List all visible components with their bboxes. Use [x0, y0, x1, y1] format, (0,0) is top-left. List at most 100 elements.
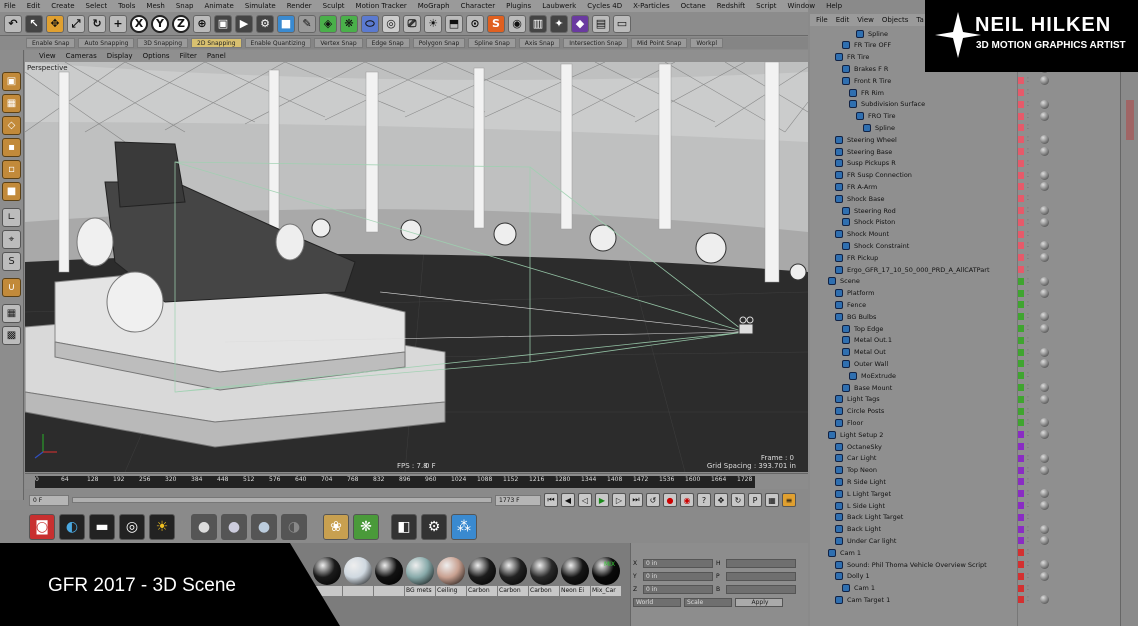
menu-select[interactable]: Select: [86, 2, 108, 10]
octane-objecttag-icon[interactable]: ◧: [391, 514, 417, 540]
menu-create[interactable]: Create: [51, 2, 74, 10]
object-row[interactable]: Floor ⁚: [810, 417, 1120, 428]
object-row[interactable]: Top Neon ⁚: [810, 465, 1120, 476]
workplane-icon[interactable]: ◇: [2, 116, 21, 135]
cloner-icon[interactable]: ❋: [340, 14, 358, 33]
render-settings-icon[interactable]: ⚙: [256, 14, 274, 33]
end-frame-field[interactable]: 1773 F: [495, 494, 541, 506]
param-key-icon[interactable]: P: [748, 493, 762, 507]
object-row[interactable]: BG Bulbs ⁚: [810, 311, 1120, 322]
loop-icon[interactable]: ↺: [646, 493, 660, 507]
material-swatch[interactable]: BG mets: [405, 556, 435, 598]
object-tag-icon[interactable]: [1040, 536, 1049, 546]
octane-camera-icon[interactable]: ◙: [29, 514, 55, 540]
octane-arealight-icon[interactable]: ▬: [89, 514, 115, 540]
object-tag-icon[interactable]: [1040, 182, 1049, 192]
snap-enable-quantizing[interactable]: Enable Quantizing: [244, 38, 312, 48]
object-row[interactable]: Base Mount ⁚: [810, 382, 1120, 393]
object-menu-objects[interactable]: Objects: [882, 16, 908, 24]
object-row[interactable]: L Light Target ⁚: [810, 488, 1120, 499]
object-name[interactable]: Spline: [868, 30, 888, 38]
menu-script[interactable]: Script: [756, 2, 776, 10]
object-row[interactable]: Ergo_GFR_17_10_50_000_PRD_A_AllCATPart ⁚: [810, 264, 1120, 275]
material-swatch[interactable]: Ceiling: [436, 556, 466, 598]
menu-laubwerk[interactable]: Laubwerk: [542, 2, 576, 10]
object-row[interactable]: Fence ⁚: [810, 299, 1120, 310]
object-tag-icon[interactable]: [1040, 571, 1049, 581]
object-visibility-dots[interactable]: ⁚: [1027, 396, 1030, 403]
object-visibility-dots[interactable]: ⁚: [1027, 290, 1030, 297]
redshift-icon[interactable]: ▥: [529, 14, 547, 33]
object-row[interactable]: Top Edge ⁚: [810, 323, 1120, 334]
object-visibility-dots[interactable]: ⁚: [1027, 478, 1030, 485]
material-sphere-2-icon[interactable]: ●: [221, 514, 247, 540]
object-row[interactable]: Front R Tire ⁚: [810, 75, 1120, 86]
object-row[interactable]: Platform ⁚: [810, 288, 1120, 299]
snap-intersection-snap[interactable]: Intersection Snap: [563, 38, 628, 48]
object-tag-icon[interactable]: [1040, 135, 1049, 145]
menu-character[interactable]: Character: [461, 2, 496, 10]
object-tag-icon[interactable]: [1040, 453, 1049, 463]
recent-tool-icon[interactable]: +: [109, 14, 127, 33]
deformer-icon[interactable]: ⬭: [361, 14, 379, 33]
object-menu-view[interactable]: View: [857, 16, 874, 24]
material-sphere-1-icon[interactable]: ●: [191, 514, 217, 540]
start-frame-field[interactable]: 0 F: [29, 494, 69, 506]
object-name[interactable]: Cam Target 1: [847, 596, 890, 604]
object-visibility-dots[interactable]: ⁚: [1027, 160, 1030, 167]
object-name[interactable]: L Side Light: [847, 502, 885, 510]
object-row[interactable]: Metal Out ⁚: [810, 347, 1120, 358]
object-menu-file[interactable]: File: [816, 16, 828, 24]
material-swatch[interactable]: Carbon: [529, 556, 559, 598]
object-name[interactable]: Base Mount: [854, 384, 892, 392]
object-visibility-dots[interactable]: ⁚: [1027, 596, 1030, 603]
object-name[interactable]: Shock Constraint: [854, 242, 909, 250]
model-mode-icon[interactable]: ▣: [2, 72, 21, 91]
object-visibility-dots[interactable]: ⁚: [1027, 467, 1030, 474]
material-swatch[interactable]: Carbon: [467, 556, 497, 598]
object-name[interactable]: Shock Mount: [847, 230, 889, 238]
viewport[interactable]: Perspective FPS : 7.8 0 F Frame : 0 Grid…: [25, 62, 808, 472]
coordinate-system-icon[interactable]: ⊕: [193, 14, 211, 33]
object-name[interactable]: OctaneSky: [847, 443, 882, 451]
object-visibility-dots[interactable]: ⁚: [1027, 89, 1030, 96]
octane-sun-icon[interactable]: ☀: [149, 514, 175, 540]
snap-polygon-snap[interactable]: Polygon Snap: [412, 38, 466, 48]
object-name[interactable]: Top Edge: [854, 325, 883, 333]
keyframe-selection-icon[interactable]: ?: [697, 493, 711, 507]
object-visibility-dots[interactable]: ⁚: [1027, 124, 1030, 131]
axis-y-button[interactable]: Y: [151, 14, 169, 33]
menu-cycles-4d[interactable]: Cycles 4D: [587, 2, 622, 10]
object-row[interactable]: Dolly 1 ⁚: [810, 571, 1120, 582]
light-icon[interactable]: ☀: [424, 14, 442, 33]
laubwerk-icon[interactable]: ◆: [571, 14, 589, 33]
object-name[interactable]: FRO Tire: [868, 112, 896, 120]
render-region-icon[interactable]: ▣: [214, 14, 232, 33]
menu-window[interactable]: Window: [787, 2, 815, 10]
snap-2d-snapping[interactable]: 2D Snapping: [191, 38, 242, 48]
object-name[interactable]: FR Rim: [861, 89, 884, 97]
snap-spline-snap[interactable]: Spline Snap: [468, 38, 516, 48]
menu-snap[interactable]: Snap: [176, 2, 194, 10]
object-name[interactable]: R Side Light: [847, 478, 886, 486]
lock-workplane-icon[interactable]: ▩: [2, 326, 21, 345]
object-name[interactable]: Steering Rod: [854, 207, 896, 215]
snap-3d-snapping[interactable]: 3D Snapping: [137, 38, 189, 48]
menu-mograph[interactable]: MoGraph: [418, 2, 450, 10]
object-row[interactable]: Car Light ⁚: [810, 453, 1120, 464]
objects-tab[interactable]: [1126, 100, 1134, 140]
object-name[interactable]: Shock Base: [847, 195, 884, 203]
object-visibility-dots[interactable]: ⁚: [1027, 195, 1030, 202]
material-sphere-3-icon[interactable]: ●: [251, 514, 277, 540]
object-visibility-dots[interactable]: ⁚: [1027, 113, 1030, 120]
object-name[interactable]: FR Tire OFF: [854, 41, 891, 49]
snap-edge-snap[interactable]: Edge Snap: [365, 38, 410, 48]
play-back-icon[interactable]: ◁: [578, 493, 592, 507]
menu-file[interactable]: File: [4, 2, 16, 10]
object-visibility-dots[interactable]: ⁚: [1027, 455, 1030, 462]
menu-plugins[interactable]: Plugins: [506, 2, 531, 10]
coord-h-field[interactable]: [726, 559, 796, 568]
viewport-menu-display[interactable]: Display: [107, 52, 133, 60]
rotate-icon[interactable]: ↻: [88, 14, 106, 33]
object-tag-icon[interactable]: [1040, 206, 1049, 215]
